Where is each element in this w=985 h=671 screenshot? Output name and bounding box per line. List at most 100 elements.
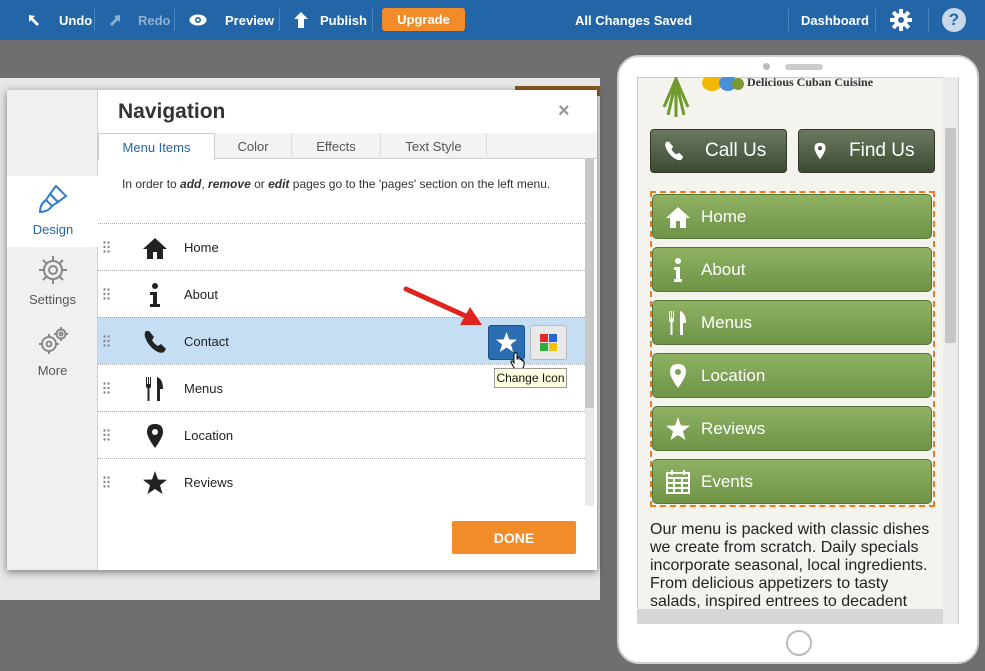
preview-menu-label: Events (701, 471, 753, 491)
menu-item-label: Home (184, 240, 219, 255)
sidebar-label-more: More (37, 363, 68, 378)
tab-effects[interactable]: Effects (292, 133, 381, 159)
preview-menu-item-events[interactable]: Events (652, 459, 932, 504)
phone-icon (144, 331, 166, 353)
preview-menu-item-reviews[interactable]: Reviews (652, 406, 932, 451)
phone-icon (665, 141, 684, 161)
star-icon (143, 471, 167, 494)
preview-description: Our menu is packed with classic dishes w… (650, 521, 930, 610)
info-remove: remove (208, 177, 251, 191)
map-pin-icon (670, 363, 686, 388)
preview-menu-item-home[interactable]: Home (652, 194, 932, 239)
home-icon (143, 238, 167, 259)
preview-menu-label: Menus (701, 312, 753, 332)
upgrade-button[interactable]: Upgrade (382, 8, 465, 31)
screen-scroll-thumb[interactable] (945, 128, 956, 343)
publish-button[interactable]: Publish (294, 0, 367, 40)
menu-item-label: Contact (184, 334, 229, 349)
undo-label: Undo (59, 12, 93, 28)
dashboard-label: Dashboard (801, 12, 869, 28)
dashboard-button[interactable]: Dashboard (801, 0, 869, 40)
settings-button[interactable] (890, 0, 912, 40)
info-icon (674, 257, 682, 282)
gear-icon (38, 256, 67, 284)
dialog-sidebar: Design Settings More (7, 90, 99, 570)
save-status: All Changes Saved (575, 12, 693, 28)
change-icon-tooltip: Change Icon (494, 368, 567, 388)
upload-arrow-icon (294, 12, 308, 28)
call-us-label: Call Us (705, 140, 767, 161)
preview-menu-item-menus[interactable]: Menus (652, 300, 932, 345)
menu-item-row[interactable]: Location (98, 411, 585, 458)
top-toolbar: Undo Redo Preview Publish Upgrade All Ch… (0, 0, 985, 40)
publish-label: Publish (320, 12, 367, 28)
menu-item-label: Location (184, 428, 234, 443)
tab-text-style[interactable]: Text Style (381, 133, 487, 159)
help-button[interactable]: ? (942, 8, 966, 32)
undo-icon (29, 15, 39, 26)
phone-home-button (786, 630, 812, 656)
paintbrush-icon (38, 184, 68, 214)
fork-knife-icon (669, 310, 686, 335)
gear-icon (890, 9, 912, 31)
preview-menu-label: Home (701, 206, 747, 226)
drag-handle-icon[interactable] (103, 382, 110, 394)
toolbar-divider (372, 9, 373, 31)
navigation-dialog: Design Settings More Navigation × Menu I… (7, 90, 597, 570)
preview-menu-item-location[interactable]: Location (652, 353, 932, 398)
map-pin-icon (147, 424, 163, 448)
redo-label: Redo (138, 12, 171, 28)
sidebar-label-settings: Settings (29, 292, 76, 307)
preview-menu-label: About (701, 259, 746, 279)
redo-button[interactable]: Redo (108, 0, 171, 40)
sidebar-item-more[interactable]: More (7, 317, 98, 388)
menu-item-row[interactable]: Reviews (98, 458, 585, 505)
tab-color[interactable]: Color (215, 133, 292, 159)
drag-handle-icon[interactable] (103, 476, 110, 488)
color-palette-icon (540, 334, 557, 351)
info-edit: edit (268, 177, 290, 191)
logo-fruit-icon (702, 77, 744, 91)
find-us-button[interactable]: Find Us (798, 129, 935, 173)
dialog-tabs: Menu Items Color Effects Text Style (98, 133, 597, 160)
menu-instructions: In order to add, remove or edit pages go… (122, 177, 572, 192)
menu-item-row[interactable]: About (98, 270, 585, 317)
preview-button[interactable]: Preview (189, 0, 274, 40)
redo-icon (110, 15, 120, 26)
annotation-arrow-icon (403, 286, 482, 325)
sidebar-label-design: Design (32, 222, 74, 237)
info-text: pages go to the 'pages' section on the l… (289, 177, 551, 191)
screen-horizontal-scrollbar[interactable] (637, 609, 943, 624)
dialog-title: Navigation (118, 100, 226, 123)
map-pin-icon (814, 142, 826, 160)
drag-handle-icon[interactable] (103, 241, 110, 253)
toolbar-divider (875, 9, 876, 31)
eye-icon (189, 14, 207, 26)
menu-item-label: Menus (184, 381, 224, 396)
done-button[interactable]: DONE (452, 521, 576, 554)
phone-speaker (785, 64, 823, 70)
tab-menu-items[interactable]: Menu Items (98, 133, 215, 160)
call-us-button[interactable]: Call Us (650, 129, 787, 173)
drag-handle-icon[interactable] (103, 429, 110, 441)
toolbar-divider (788, 9, 789, 31)
menu-item-label: About (184, 287, 218, 302)
preview-menu-label: Reviews (701, 418, 766, 438)
undo-button[interactable]: Undo (27, 0, 92, 40)
restaurant-brand: Delicious Cuban Cuisine (747, 75, 874, 89)
drag-handle-icon[interactable] (103, 288, 110, 300)
info-icon (150, 283, 160, 307)
change-color-button[interactable] (530, 325, 567, 360)
drag-handle-icon[interactable] (103, 335, 110, 347)
toolbar-divider (928, 9, 929, 31)
info-text: or (250, 177, 269, 191)
palm-logo-icon (662, 77, 690, 117)
sidebar-item-settings[interactable]: Settings (7, 246, 98, 317)
list-scroll-thumb[interactable] (585, 158, 594, 408)
menu-item-row[interactable]: Home (98, 223, 585, 270)
info-add: add (180, 177, 202, 191)
preview-menu-item-about[interactable]: About (652, 247, 932, 292)
sidebar-item-design[interactable]: Design (7, 176, 99, 247)
calendar-icon (666, 469, 690, 494)
close-icon[interactable]: × (558, 100, 570, 123)
